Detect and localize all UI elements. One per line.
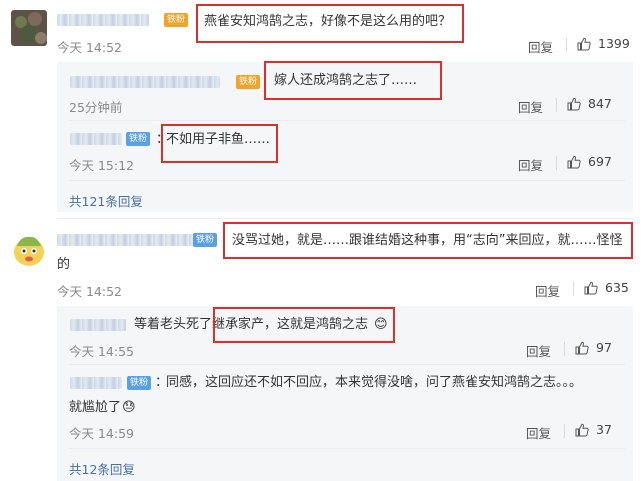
fan-badge: 铁粉 bbox=[126, 132, 151, 146]
like-count: 697 bbox=[588, 154, 612, 169]
like-count: 97 bbox=[596, 340, 612, 355]
avatar[interactable] bbox=[11, 232, 47, 268]
like-button[interactable]: 697 bbox=[567, 154, 612, 169]
more-replies-link[interactable]: 共121条回复 bbox=[69, 191, 143, 210]
reply-text: 就尴尬了 bbox=[69, 400, 122, 415]
username[interactable] bbox=[70, 76, 220, 88]
avatar[interactable] bbox=[11, 10, 47, 46]
reply-time: 今天 14:59 bbox=[69, 426, 134, 441]
thumb-up-icon bbox=[575, 341, 589, 354]
reply-button[interactable]: 回复 bbox=[528, 37, 553, 56]
like-button[interactable]: 1399 bbox=[577, 36, 630, 51]
reply-time: 25分钟前 bbox=[69, 100, 123, 115]
reply-button[interactable]: 回复 bbox=[526, 341, 551, 360]
username[interactable] bbox=[70, 133, 122, 145]
comment-text: 的 bbox=[57, 257, 71, 272]
comment-time: 今天 14:52 bbox=[57, 284, 122, 299]
reply-button[interactable]: 回复 bbox=[518, 155, 543, 174]
reply-button[interactable]: 回复 bbox=[526, 423, 551, 442]
divider bbox=[69, 364, 625, 365]
fan-badge: 铁粉 bbox=[164, 13, 189, 27]
thumb-up-icon bbox=[577, 37, 591, 50]
sad-emoji-icon: 😓 bbox=[122, 400, 136, 415]
reply-button[interactable]: 回复 bbox=[535, 281, 560, 300]
reply-button[interactable]: 回复 bbox=[518, 97, 543, 116]
username[interactable] bbox=[70, 319, 126, 331]
fan-badge: 铁粉 bbox=[127, 376, 152, 390]
divider bbox=[69, 120, 625, 121]
divider bbox=[556, 156, 557, 170]
username[interactable] bbox=[57, 14, 149, 26]
divider bbox=[556, 98, 557, 112]
divider bbox=[69, 448, 625, 449]
like-count: 847 bbox=[588, 96, 612, 111]
divider bbox=[566, 38, 567, 52]
thumb-up-icon bbox=[567, 155, 581, 168]
like-button[interactable]: 37 bbox=[575, 422, 612, 437]
comment-thread: 铁粉 燕雀安知鸿鹄之志，好像不是这么用的吧？ 今天 14:52 回复 1399 … bbox=[0, 0, 642, 481]
thumb-up-icon bbox=[575, 423, 589, 436]
like-button[interactable]: 635 bbox=[584, 280, 629, 295]
more-replies-link[interactable]: 共12条回复 bbox=[69, 459, 135, 478]
username[interactable] bbox=[70, 377, 122, 389]
divider bbox=[69, 180, 625, 181]
highlight-box bbox=[161, 124, 278, 163]
like-button[interactable]: 847 bbox=[567, 96, 612, 111]
highlight-box bbox=[196, 4, 464, 43]
reply-text: 同感，这回应还不如不回应，本来觉得没啥，问了燕雀安知鸿鹄之志。。。 bbox=[166, 375, 583, 390]
divider bbox=[57, 218, 633, 219]
like-button[interactable]: 97 bbox=[575, 340, 612, 355]
highlight-box bbox=[264, 61, 442, 100]
divider bbox=[564, 342, 565, 356]
comment-time: 今天 14:52 bbox=[57, 40, 122, 55]
divider bbox=[564, 424, 565, 438]
like-count: 635 bbox=[605, 280, 629, 295]
reply-time: 今天 15:12 bbox=[69, 158, 134, 173]
highlight-box bbox=[213, 307, 395, 343]
reply-time: 今天 14:55 bbox=[69, 344, 134, 359]
like-count: 1399 bbox=[598, 36, 630, 51]
fan-badge: 铁粉 bbox=[236, 75, 261, 89]
thumb-up-icon bbox=[584, 281, 598, 294]
highlight-box bbox=[223, 222, 633, 259]
like-count: 37 bbox=[596, 422, 612, 437]
divider bbox=[573, 282, 574, 296]
username[interactable] bbox=[57, 234, 212, 246]
thumb-up-icon bbox=[567, 97, 581, 110]
fan-badge: 铁粉 bbox=[193, 233, 218, 247]
